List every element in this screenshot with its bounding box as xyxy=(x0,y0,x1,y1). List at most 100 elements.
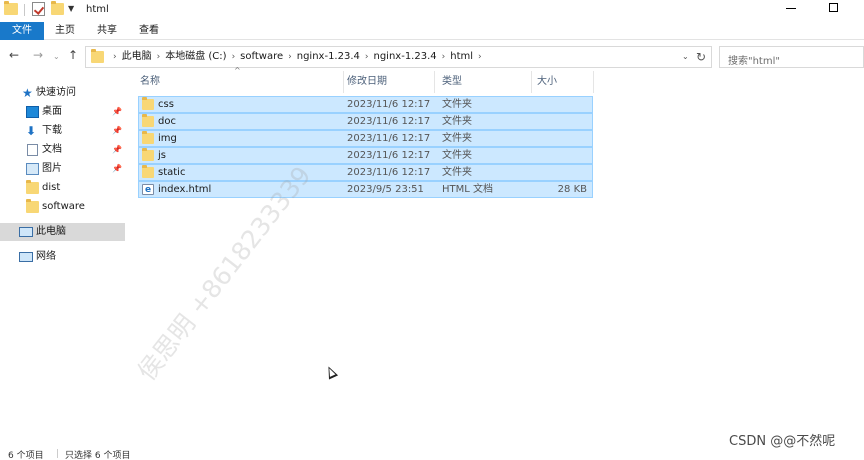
sidebar-item-software[interactable]: software xyxy=(0,198,125,216)
tab-file[interactable]: 文件 xyxy=(0,22,44,40)
chevron-right-icon: › xyxy=(478,52,482,62)
pin-icon: 📌 xyxy=(112,164,122,173)
breadcrumb-software[interactable]: software xyxy=(240,47,283,67)
sidebar-item-network[interactable]: 网络 xyxy=(0,248,125,266)
breadcrumb-html[interactable]: html xyxy=(450,47,473,67)
ribbon-tabs: 文件 主页 共享 查看 xyxy=(0,22,864,40)
table-row[interactable]: doc 2023/11/6 12:17 文件夹 xyxy=(138,113,593,130)
file-type: HTML 文档 xyxy=(442,184,494,195)
file-type: 文件夹 xyxy=(442,150,472,161)
maximize-button[interactable] xyxy=(829,3,838,12)
sidebar-item-quick-access[interactable]: ★ 快速访问 xyxy=(0,84,125,102)
divider[interactable] xyxy=(434,71,435,93)
breadcrumb-local-disk[interactable]: 本地磁盘 (C:) xyxy=(165,47,226,67)
file-date: 2023/9/5 23:51 xyxy=(347,184,424,195)
divider xyxy=(57,449,58,458)
navigation-bar: ← → ⌄ ↑ › 此电脑 › 本地磁盘 (C:) › software › nginx-1.… xyxy=(0,41,864,71)
file-name: doc xyxy=(158,116,176,127)
sidebar-item-downloads[interactable]: ⬇ 下载 📌 xyxy=(0,122,125,140)
pin-icon: 📌 xyxy=(112,126,122,135)
sidebar-item-documents[interactable]: 文档 📌 xyxy=(0,141,125,159)
sidebar-item-label: 网络 xyxy=(36,251,56,262)
folder-icon xyxy=(26,180,39,194)
chevron-right-icon: › xyxy=(113,52,117,62)
file-name: img xyxy=(158,133,177,144)
item-count: 6 个项目 xyxy=(8,451,44,460)
column-type[interactable]: 类型 xyxy=(440,71,528,93)
divider[interactable] xyxy=(531,71,532,93)
sidebar-item-dist[interactable]: dist xyxy=(0,179,125,197)
folder-icon xyxy=(142,114,154,127)
computer-icon xyxy=(19,227,33,237)
pin-icon: 📌 xyxy=(112,145,122,154)
column-name[interactable]: 名称 xyxy=(138,71,343,93)
file-date: 2023/11/6 12:17 xyxy=(347,99,431,110)
table-row[interactable]: index.html 2023/9/5 23:51 HTML 文档 28 KB xyxy=(138,181,593,198)
folder-icon[interactable] xyxy=(4,1,18,15)
sidebar-item-label: 下载 xyxy=(42,125,62,136)
chevron-right-icon: › xyxy=(231,52,236,62)
mouse-cursor-icon xyxy=(323,364,339,380)
refresh-icon[interactable]: ↻ xyxy=(696,50,706,64)
file-date: 2023/11/6 12:17 xyxy=(347,133,431,144)
column-size[interactable]: 大小 xyxy=(535,71,592,93)
breadcrumb-nginx-inner[interactable]: nginx-1.23.4 xyxy=(373,47,436,67)
navigation-pane: ★ 快速访问 桌面 📌 ⬇ 下载 📌 文档 📌 图片 📌 dist softwa… xyxy=(0,75,125,445)
up-arrow-icon[interactable]: ↑ xyxy=(68,49,78,61)
address-history-chevron-icon[interactable]: ⌄ xyxy=(682,52,689,61)
window-title: html xyxy=(86,4,109,15)
divider[interactable] xyxy=(343,71,344,93)
file-size: 28 KB xyxy=(557,184,587,195)
search-input[interactable]: 搜索"html" xyxy=(719,46,864,68)
chevron-right-icon: › xyxy=(441,52,446,62)
table-row[interactable]: static 2023/11/6 12:17 文件夹 xyxy=(138,164,593,181)
html-file-icon xyxy=(142,183,154,198)
minimize-button[interactable] xyxy=(786,8,796,9)
pin-icon: 📌 xyxy=(112,107,122,116)
sidebar-item-label: 图片 xyxy=(42,163,62,174)
breadcrumb: › 此电脑 › 本地磁盘 (C:) › software › nginx-1.23.4 › ngi… xyxy=(108,47,487,67)
folder-icon xyxy=(142,148,154,161)
file-type: 文件夹 xyxy=(442,116,472,127)
sidebar-item-this-pc[interactable]: 此电脑 xyxy=(0,223,125,241)
forward-arrow-icon[interactable]: → xyxy=(33,49,43,61)
column-header: 名称 修改日期 类型 大小 xyxy=(138,71,594,93)
table-row[interactable]: img 2023/11/6 12:17 文件夹 xyxy=(138,130,593,147)
folder-icon xyxy=(142,131,154,144)
chevron-right-icon: › xyxy=(156,52,161,62)
tab-share[interactable]: 共享 xyxy=(92,22,122,40)
folder-icon xyxy=(142,165,154,178)
csdn-watermark: CSDN @@不然呢 xyxy=(729,434,836,449)
desktop-icon xyxy=(26,106,39,118)
tab-view[interactable]: 查看 xyxy=(134,22,164,40)
divider[interactable] xyxy=(593,71,594,93)
properties-icon[interactable] xyxy=(32,2,45,16)
folder-icon xyxy=(26,199,39,213)
file-type: 文件夹 xyxy=(442,167,472,178)
sidebar-item-pictures[interactable]: 图片 📌 xyxy=(0,160,125,178)
sidebar-item-label: 此电脑 xyxy=(36,226,66,237)
sidebar-item-label: 桌面 xyxy=(42,106,62,117)
sidebar-item-desktop[interactable]: 桌面 📌 xyxy=(0,103,125,121)
file-type: 文件夹 xyxy=(442,99,472,110)
customize-toolbar-icon[interactable]: ▼ xyxy=(68,4,74,13)
documents-icon xyxy=(27,144,38,156)
download-icon: ⬇ xyxy=(26,124,37,138)
chevron-right-icon: › xyxy=(364,52,369,62)
chevron-right-icon: › xyxy=(288,52,292,62)
address-bar[interactable]: › 此电脑 › 本地磁盘 (C:) › software › nginx-1.23.4 › ngi… xyxy=(85,46,712,68)
table-row[interactable]: js 2023/11/6 12:17 文件夹 xyxy=(138,147,593,164)
back-arrow-icon[interactable]: ← xyxy=(9,49,19,61)
tab-home[interactable]: 主页 xyxy=(50,22,80,40)
folder-icon xyxy=(142,97,154,110)
breadcrumb-nginx-outer[interactable]: nginx-1.23.4 xyxy=(297,47,360,67)
sidebar-item-label: dist xyxy=(42,182,61,193)
network-icon xyxy=(19,252,33,262)
file-name: static xyxy=(158,167,186,178)
recent-locations-chevron-icon[interactable]: ⌄ xyxy=(53,51,60,63)
breadcrumb-this-pc[interactable]: 此电脑 xyxy=(122,47,152,67)
file-date: 2023/11/6 12:17 xyxy=(347,167,431,178)
table-row[interactable]: css 2023/11/6 12:17 文件夹 xyxy=(138,96,593,113)
column-date[interactable]: 修改日期 xyxy=(345,71,440,93)
new-folder-icon[interactable] xyxy=(51,1,64,15)
